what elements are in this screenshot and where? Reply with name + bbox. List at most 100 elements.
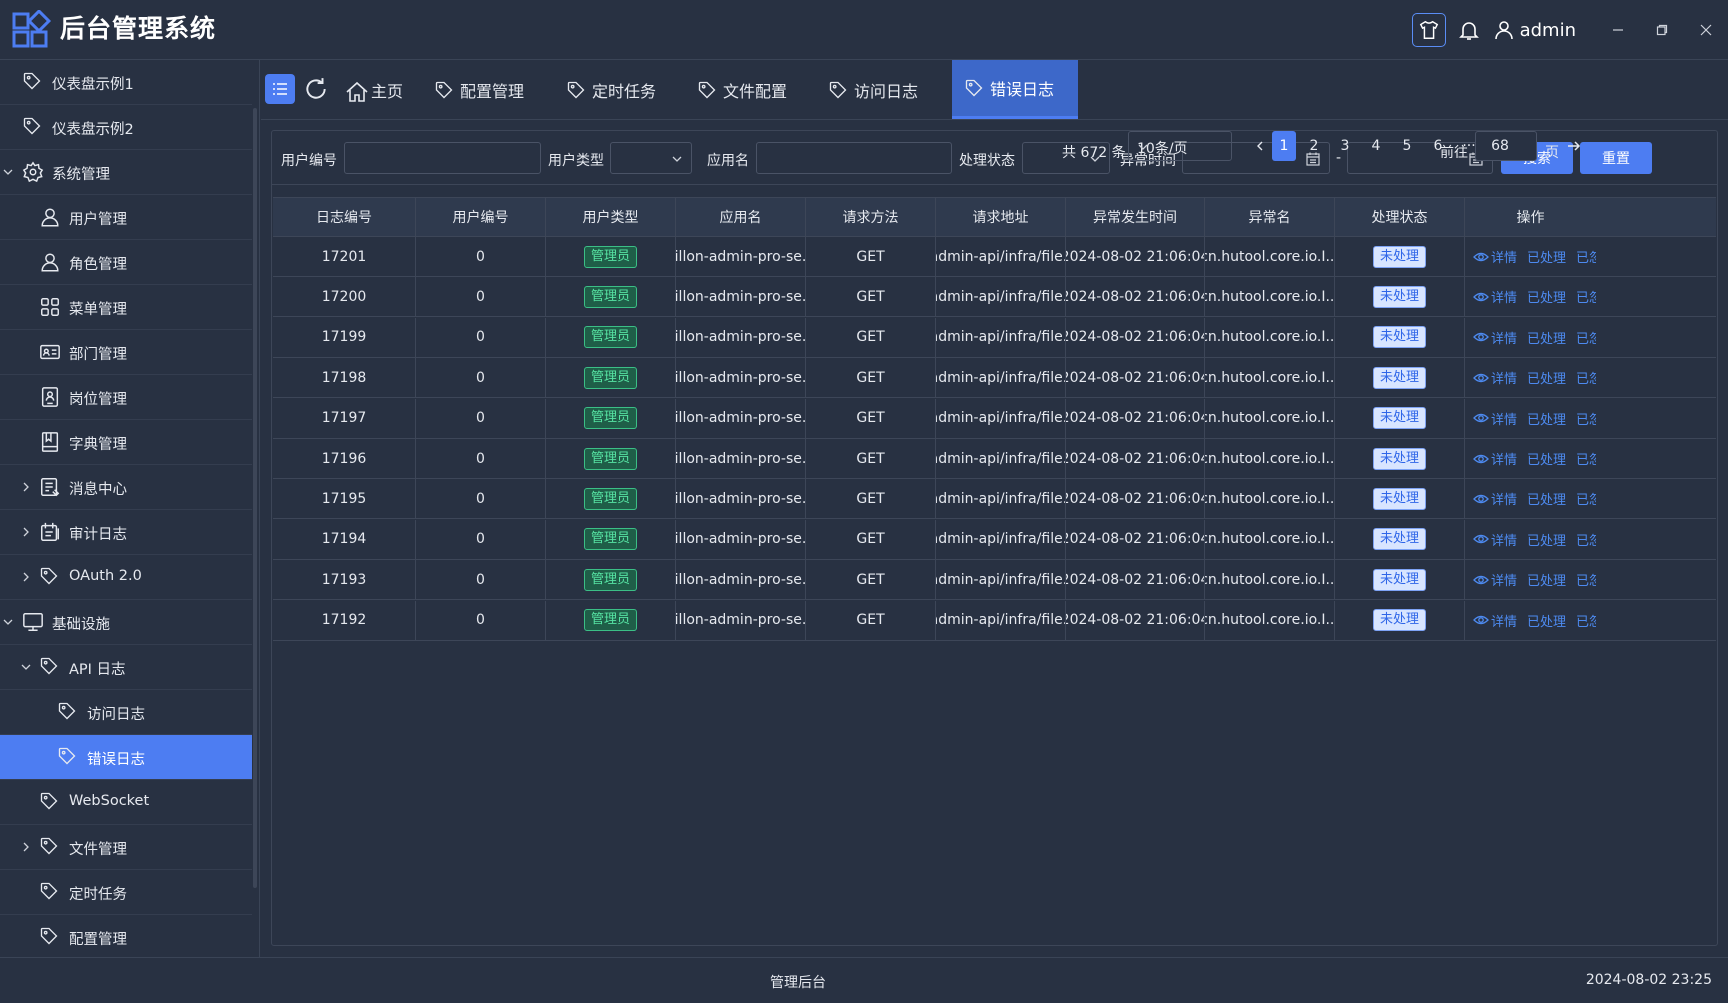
- user-type-select[interactable]: [610, 142, 692, 174]
- ignored-link[interactable]: 已忽略: [1576, 328, 1596, 347]
- user-id-input[interactable]: [344, 142, 541, 174]
- sidebar-item-4[interactable]: 角色管理: [0, 240, 252, 285]
- page-number[interactable]: 1: [1272, 131, 1296, 161]
- table-row[interactable]: 171920 管理员 dillon-admin-pro-se...GET/admin…: [273, 600, 1716, 641]
- sidebar-item-8[interactable]: 字典管理: [0, 420, 252, 465]
- sidebar-item-14[interactable]: 访问日志: [0, 690, 252, 735]
- sidebar-item-websocket[interactable]: WebSocket: [0, 780, 252, 825]
- detail-link[interactable]: 详情: [1491, 368, 1517, 387]
- table-row[interactable]: 171950 管理员 dillon-admin-pro-se...GET/admin…: [273, 479, 1716, 520]
- ignored-link[interactable]: 已忽略: [1576, 530, 1596, 549]
- table-row[interactable]: 171990 管理员 dillon-admin-pro-se...GET/admin…: [273, 317, 1716, 358]
- table-row[interactable]: 171980 管理员 dillon-admin-pro-se...GET/admin…: [273, 358, 1716, 399]
- processed-link[interactable]: 已处理: [1527, 570, 1566, 589]
- processed-link[interactable]: 已处理: [1527, 409, 1566, 428]
- page-number[interactable]: 4: [1364, 131, 1388, 161]
- page-size-select[interactable]: 10条/页: [1128, 131, 1232, 161]
- tab-4[interactable]: 访问日志: [828, 60, 918, 119]
- ignored-link[interactable]: 已忽略: [1576, 611, 1596, 630]
- detail-link[interactable]: 详情: [1491, 611, 1517, 630]
- page-number[interactable]: 2: [1302, 131, 1326, 161]
- sidebar-item-6[interactable]: 部门管理: [0, 330, 252, 375]
- eye-icon[interactable]: [1473, 451, 1489, 467]
- eye-icon[interactable]: [1473, 289, 1489, 305]
- detail-link[interactable]: 详情: [1491, 449, 1517, 468]
- eye-icon[interactable]: [1473, 531, 1489, 547]
- detail-link[interactable]: 详情: [1491, 287, 1517, 306]
- processed-link[interactable]: 已处理: [1527, 489, 1566, 508]
- processed-link[interactable]: 已处理: [1527, 611, 1566, 630]
- table-row[interactable]: 171940 管理员 dillon-admin-pro-se...GET/admin…: [273, 519, 1716, 560]
- processed-link[interactable]: 已处理: [1527, 328, 1566, 347]
- bell-icon[interactable]: [1452, 13, 1486, 47]
- tab-2[interactable]: 定时任务: [566, 60, 656, 119]
- ignored-link[interactable]: 已忽略: [1576, 247, 1596, 266]
- sidebar-item-1[interactable]: 仪表盘示例1: [0, 60, 252, 105]
- sidebar-item-18[interactable]: 定时任务: [0, 870, 252, 915]
- sidebar-item-3[interactable]: 用户管理: [0, 195, 252, 240]
- sidebar-item-api[interactable]: API 日志: [0, 645, 252, 690]
- table-row[interactable]: 171960 管理员 dillon-admin-pro-se...GET/admin…: [273, 439, 1716, 479]
- sidebar-item-17[interactable]: 文件管理: [0, 825, 252, 870]
- table-row[interactable]: 172000 管理员 dillon-admin-pro-se...GET/admin…: [273, 277, 1716, 318]
- sidebar-item-7[interactable]: 岗位管理: [0, 375, 252, 420]
- processed-link[interactable]: 已处理: [1527, 287, 1566, 306]
- minimize-icon[interactable]: [1596, 0, 1640, 60]
- eye-icon[interactable]: [1473, 572, 1489, 588]
- page-number[interactable]: 3: [1333, 131, 1357, 161]
- eye-icon[interactable]: [1473, 491, 1489, 507]
- menu-toggle-button[interactable]: [265, 74, 295, 104]
- reset-button[interactable]: 重置: [1580, 142, 1652, 174]
- theme-shirt-icon[interactable]: [1411, 13, 1446, 47]
- ignored-link[interactable]: 已忽略: [1576, 368, 1596, 387]
- detail-link[interactable]: 详情: [1491, 489, 1517, 508]
- sidebar-item-12[interactable]: 基础设施: [0, 600, 252, 645]
- sidebar-item-9[interactable]: 消息中心: [0, 465, 252, 510]
- table-row[interactable]: 171970 管理员 dillon-admin-pro-se...GET/admin…: [273, 398, 1716, 439]
- pagination-ellipsis[interactable]: ···: [1457, 131, 1481, 161]
- app-name-input[interactable]: [756, 142, 952, 174]
- sidebar-item-19[interactable]: 配置管理: [0, 915, 252, 957]
- ignored-link[interactable]: 已忽略: [1576, 409, 1596, 428]
- ignored-link[interactable]: 已忽略: [1576, 489, 1596, 508]
- eye-icon[interactable]: [1473, 410, 1489, 426]
- processed-link[interactable]: 已处理: [1527, 449, 1566, 468]
- tab-1[interactable]: 配置管理: [434, 60, 524, 119]
- table-row[interactable]: 172010 管理员 dillon-admin-pro-se...GET/admin…: [273, 237, 1716, 277]
- processed-link[interactable]: 已处理: [1527, 368, 1566, 387]
- detail-link[interactable]: 详情: [1491, 409, 1517, 428]
- tab-3[interactable]: 文件配置: [697, 60, 787, 119]
- sidebar-item-15[interactable]: 错误日志: [0, 735, 252, 780]
- sidebar-item-2[interactable]: 系统管理: [0, 150, 252, 195]
- eye-icon[interactable]: [1473, 329, 1489, 345]
- sidebar-scrollbar[interactable]: [253, 108, 257, 888]
- detail-link[interactable]: 详情: [1491, 570, 1517, 589]
- ignored-link[interactable]: 已忽略: [1576, 287, 1596, 306]
- sidebar-item-2[interactable]: 仪表盘示例2: [0, 105, 252, 150]
- page-number[interactable]: 5: [1395, 131, 1419, 161]
- page-number[interactable]: 68: [1485, 131, 1515, 161]
- eye-icon[interactable]: [1473, 370, 1489, 386]
- user-menu[interactable]: admin: [1492, 18, 1576, 42]
- sidebar-item-10[interactable]: 审计日志: [0, 510, 252, 555]
- restore-icon[interactable]: [1640, 0, 1684, 60]
- tab-5[interactable]: 错误日志: [952, 60, 1079, 119]
- table-row[interactable]: 171930 管理员 dillon-admin-pro-se...GET/admin…: [273, 560, 1716, 601]
- detail-link[interactable]: 详情: [1491, 247, 1517, 266]
- ignored-link[interactable]: 已忽略: [1576, 570, 1596, 589]
- detail-link[interactable]: 详情: [1491, 530, 1517, 549]
- processed-link[interactable]: 已处理: [1527, 247, 1566, 266]
- refresh-icon[interactable]: [303, 76, 329, 102]
- goto-arrow-icon[interactable]: [1562, 131, 1586, 161]
- close-icon[interactable]: [1684, 0, 1728, 60]
- eye-icon[interactable]: [1473, 249, 1489, 265]
- processed-link[interactable]: 已处理: [1527, 530, 1566, 549]
- sidebar-item-oauth-2-0[interactable]: OAuth 2.0: [0, 555, 252, 600]
- detail-link[interactable]: 详情: [1491, 328, 1517, 347]
- ignored-link[interactable]: 已忽略: [1576, 449, 1596, 468]
- tab-0[interactable]: 主页: [345, 60, 403, 119]
- sidebar-item-5[interactable]: 菜单管理: [0, 285, 252, 330]
- prev-page-icon[interactable]: [1248, 131, 1272, 161]
- eye-icon[interactable]: [1473, 612, 1489, 628]
- page-number[interactable]: 6: [1426, 131, 1450, 161]
